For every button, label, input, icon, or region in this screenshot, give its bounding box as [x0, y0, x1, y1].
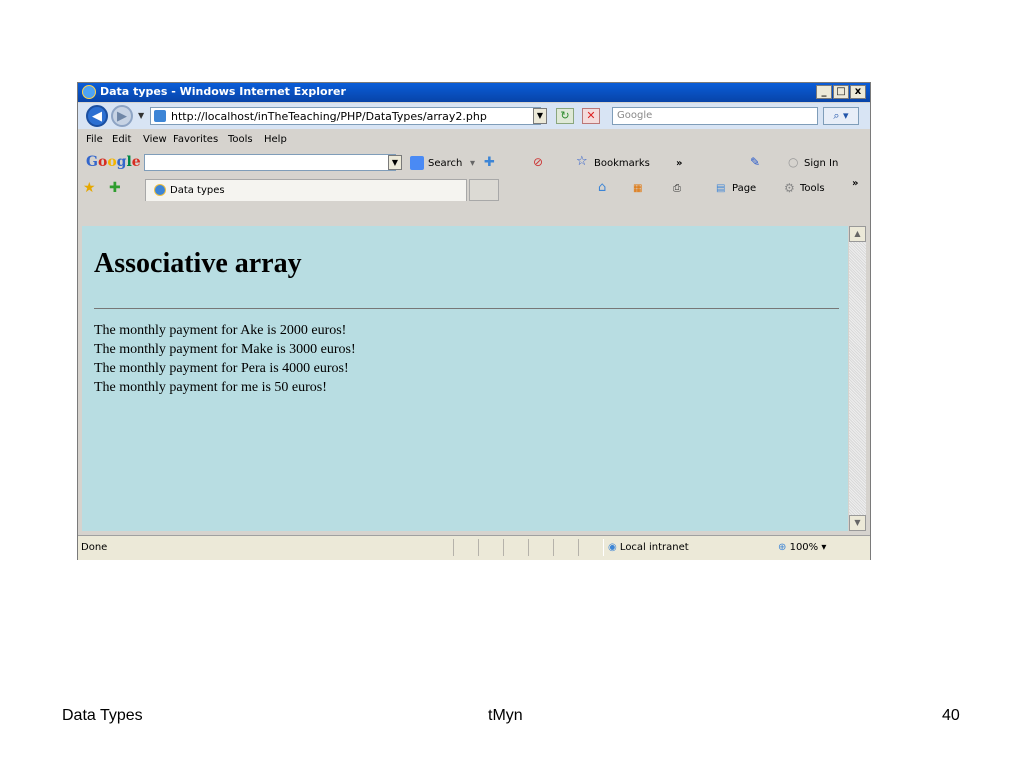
browser-window: Data types - Windows Internet Explorer _…: [77, 82, 871, 560]
status-bar: Done ◉ Local intranet ⊕ 100% ▾: [78, 535, 870, 560]
footer-author: tMyn: [488, 707, 523, 724]
zoom-control[interactable]: ⊕ 100% ▾: [778, 542, 826, 553]
add-favorite-icon[interactable]: ✚: [109, 180, 121, 196]
address-dropdown-icon[interactable]: ▼: [533, 108, 547, 124]
google-toolbar: Google ▼ Search ▾ ✚ ⊘ ☆ Bookmarks » ✎ ○ …: [78, 149, 870, 175]
feeds-icon[interactable]: ▦: [633, 183, 642, 194]
tab-label: Data types: [170, 185, 225, 196]
ie-page-icon: [154, 184, 166, 196]
search-input[interactable]: Google: [612, 107, 818, 125]
status-pane: [478, 539, 504, 556]
toolbar-overflow-button[interactable]: »: [676, 158, 682, 169]
payment-line: The monthly payment for Pera is 4000 eur…: [94, 361, 349, 376]
sign-in-button[interactable]: Sign In: [804, 158, 838, 169]
tools-gear-icon: ⚙: [784, 181, 795, 195]
status-pane: [578, 539, 604, 556]
menu-tools[interactable]: Tools: [228, 134, 253, 145]
status-pane: [503, 539, 529, 556]
page-menu-button[interactable]: Page: [732, 183, 756, 194]
home-icon[interactable]: ⌂: [598, 180, 606, 195]
page-icon: ▤: [716, 183, 726, 194]
zone-label: Local intranet: [619, 542, 689, 553]
vertical-scrollbar[interactable]: ▲ ▼: [849, 226, 866, 531]
security-zone[interactable]: ◉ Local intranet: [608, 542, 689, 553]
address-url[interactable]: http://localhost/inTheTeaching/PHP/DataT…: [171, 110, 487, 123]
google-logo: Google: [86, 154, 141, 170]
title-bar[interactable]: Data types - Windows Internet Explorer _…: [78, 83, 870, 102]
status-pane: [553, 539, 579, 556]
address-toolbar: ◀ ▶ ▼ http://localhost/inTheTeaching/PHP…: [78, 103, 870, 129]
payment-line: The monthly payment for Make is 3000 eur…: [94, 342, 356, 357]
puzzle-icon[interactable]: ✚: [484, 155, 495, 170]
google-search-dropdown-icon[interactable]: ▼: [388, 155, 402, 170]
google-search-input[interactable]: [144, 154, 396, 171]
sign-in-icon: ○: [788, 155, 799, 169]
tools-menu-button[interactable]: Tools: [800, 183, 825, 194]
menu-file[interactable]: File: [86, 134, 103, 145]
menu-help[interactable]: Help: [264, 134, 287, 145]
popup-blocker-icon[interactable]: ⊘: [533, 155, 543, 169]
status-text: Done: [81, 542, 108, 553]
tab-data-types[interactable]: Data types: [145, 179, 467, 201]
scroll-up-icon[interactable]: ▲: [849, 226, 866, 242]
print-icon[interactable]: ⎙: [673, 183, 681, 194]
recent-pages-dropdown-icon[interactable]: ▼: [138, 111, 144, 120]
footer-title: Data Types: [62, 707, 143, 724]
back-button[interactable]: ◀: [86, 105, 108, 127]
search-button[interactable]: ⌕ ▾: [823, 107, 859, 125]
tab-row: ★ ✚ Data types ⌂ ▦ ⎙ ▤ Page ⚙ Tools »: [78, 175, 870, 201]
page-heading: Associative array: [94, 248, 302, 279]
menu-favorites[interactable]: Favorites: [173, 134, 218, 145]
address-bar[interactable]: http://localhost/inTheTeaching/PHP/DataT…: [150, 107, 541, 125]
google-search-icon: [410, 156, 424, 170]
zoom-level: 100%: [789, 542, 819, 553]
search-dropdown-icon[interactable]: ▾: [470, 158, 475, 169]
google-search-button[interactable]: Search: [428, 158, 462, 169]
forward-button[interactable]: ▶: [111, 105, 133, 127]
page-content: Associative array The monthly payment fo…: [82, 226, 848, 531]
command-overflow-button[interactable]: »: [852, 178, 858, 189]
zoom-magnifier-icon: ⊕: [778, 542, 787, 553]
status-pane: [453, 539, 479, 556]
page-icon: [154, 110, 166, 122]
magnifier-icon: ⌕: [833, 109, 840, 122]
menu-view[interactable]: View: [143, 134, 167, 145]
maximize-button[interactable]: □: [833, 85, 849, 99]
zoom-dropdown-icon[interactable]: ▾: [821, 542, 826, 553]
payment-line: The monthly payment for Ake is 2000 euro…: [94, 323, 347, 338]
status-pane: [528, 539, 554, 556]
globe-icon: ◉: [608, 542, 617, 553]
window-title: Data types - Windows Internet Explorer: [100, 85, 346, 98]
wrench-icon[interactable]: ✎: [750, 155, 760, 169]
horizontal-rule: [94, 308, 839, 309]
menu-bar: File Edit View Favorites Tools Help: [78, 131, 870, 149]
bookmarks-button[interactable]: Bookmarks: [594, 158, 650, 169]
new-tab-button[interactable]: [469, 179, 499, 201]
ie-logo-icon: [82, 85, 96, 99]
favorites-star-icon[interactable]: ★: [83, 180, 96, 196]
menu-edit[interactable]: Edit: [112, 134, 131, 145]
page-number: 40: [942, 707, 960, 724]
payment-line: The monthly payment for me is 50 euros!: [94, 380, 327, 395]
bookmark-star-icon: ☆: [576, 154, 588, 169]
close-button[interactable]: x: [850, 85, 866, 99]
stop-icon[interactable]: ✕: [582, 108, 600, 124]
refresh-icon[interactable]: ↻: [556, 108, 574, 124]
scroll-down-icon[interactable]: ▼: [849, 515, 866, 531]
minimize-button[interactable]: _: [816, 85, 832, 99]
